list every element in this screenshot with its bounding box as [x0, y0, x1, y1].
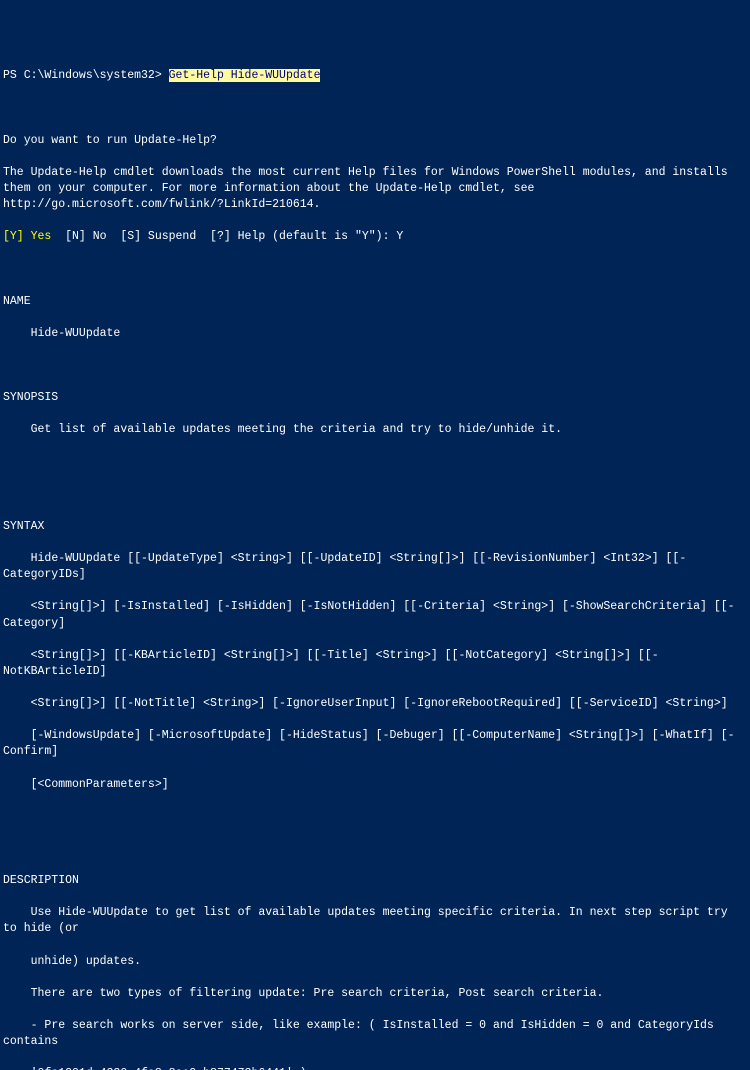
blank-line	[3, 101, 747, 117]
update-help-question: Do you want to run Update-Help?	[3, 133, 747, 149]
blank-line	[3, 455, 747, 471]
syntax-line: Hide-WUUpdate [[-UpdateType] <String>] […	[3, 551, 747, 583]
blank-line	[3, 841, 747, 857]
blank-line	[3, 809, 747, 825]
description-line: - Pre search works on server side, like …	[3, 1018, 747, 1050]
command-text: Get-Help Hide-WUUpdate	[169, 69, 321, 82]
synopsis-value: Get list of available updates meeting th…	[3, 422, 747, 438]
blank-line	[3, 487, 747, 503]
syntax-line: [-WindowsUpdate] [-MicrosoftUpdate] [-Hi…	[3, 728, 747, 760]
description-line: There are two types of filtering update:…	[3, 986, 747, 1002]
description-line: '0fa1201d-4330-4fa8-8ae9-b877473b6441' )	[3, 1066, 747, 1070]
synopsis-header: SYNOPSIS	[3, 390, 747, 406]
terminal-output: PS C:\Windows\system32> Get-Help Hide-WU…	[3, 68, 747, 1070]
syntax-line: <String[]>] [[-KBArticleID] <String[]>] …	[3, 648, 747, 680]
syntax-line: [<CommonParameters>]	[3, 777, 747, 793]
blank-line	[3, 358, 747, 374]
update-help-desc: The Update-Help cmdlet downloads the mos…	[3, 165, 747, 213]
blank-line	[3, 262, 747, 278]
description-line: Use Hide-WUUpdate to get list of availab…	[3, 905, 747, 937]
syntax-header: SYNTAX	[3, 519, 747, 535]
yes-option: [Y] Yes	[3, 230, 51, 243]
description-line: unhide) updates.	[3, 954, 747, 970]
syntax-line: <String[]>] [-IsInstalled] [-IsHidden] […	[3, 599, 747, 631]
other-options: [N] No [S] Suspend [?] Help (default is …	[51, 230, 403, 243]
name-value: Hide-WUUpdate	[3, 326, 747, 342]
description-header: DESCRIPTION	[3, 873, 747, 889]
update-help-options[interactable]: [Y] Yes [N] No [S] Suspend [?] Help (def…	[3, 229, 747, 245]
syntax-line: <String[]>] [[-NotTitle] <String>] [-Ign…	[3, 696, 747, 712]
name-header: NAME	[3, 294, 747, 310]
prompt-prefix: PS C:\Windows\system32>	[3, 69, 169, 82]
prompt-line[interactable]: PS C:\Windows\system32> Get-Help Hide-WU…	[3, 68, 747, 84]
